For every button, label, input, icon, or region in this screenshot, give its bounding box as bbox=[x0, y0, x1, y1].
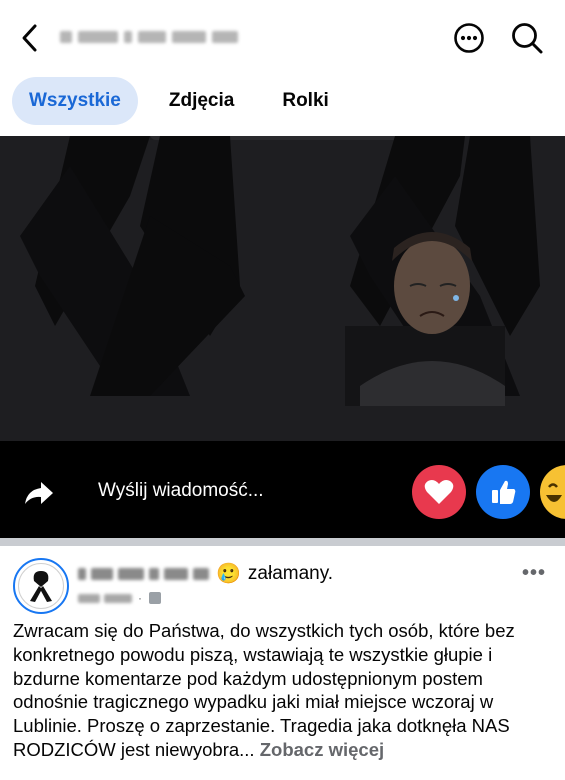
laughing-face-icon bbox=[546, 483, 562, 502]
tab-photos[interactable]: Zdjęcia bbox=[152, 77, 251, 125]
more-options-button[interactable] bbox=[453, 22, 485, 54]
share-arrow-icon bbox=[25, 482, 53, 504]
search-icon bbox=[512, 23, 543, 54]
tab-all[interactable]: Wszystkie bbox=[12, 77, 138, 125]
author-name-redacted[interactable] bbox=[78, 568, 209, 580]
mourning-ribbon-image bbox=[20, 136, 540, 406]
thumbs-up-icon bbox=[492, 480, 516, 504]
post-meta: · bbox=[78, 588, 162, 608]
like-reaction-button[interactable] bbox=[476, 465, 530, 519]
send-message-input[interactable]: Wyślij wiadomość... bbox=[98, 480, 264, 502]
black-ribbon-icon bbox=[30, 571, 52, 602]
post-options-button[interactable]: ••• bbox=[522, 562, 546, 585]
feeling-label: załamany. bbox=[247, 563, 334, 584]
privacy-icon bbox=[149, 592, 161, 604]
profile-name-redacted bbox=[60, 24, 238, 50]
post-body: Zwracam się do Państwa, do wszystkich ty… bbox=[13, 619, 558, 762]
sad-face-icon: 🥲 bbox=[216, 563, 241, 585]
filter-tabs: Wszystkie Zdjęcia Rolki bbox=[12, 76, 346, 126]
haha-reaction-button[interactable] bbox=[540, 465, 565, 519]
avatar-image bbox=[18, 563, 64, 609]
reel-video[interactable] bbox=[0, 136, 565, 446]
separator-dot: · bbox=[138, 591, 142, 605]
chevron-left-icon bbox=[22, 24, 37, 52]
back-button[interactable] bbox=[14, 22, 46, 54]
heart-icon bbox=[424, 480, 454, 504]
section-divider bbox=[0, 538, 565, 546]
share-button[interactable] bbox=[22, 476, 56, 510]
love-reaction-button[interactable] bbox=[412, 465, 466, 519]
post-card: 🥲 załamany. · ••• Zwracam się do Państwa… bbox=[0, 546, 565, 780]
avatar[interactable] bbox=[13, 558, 69, 614]
reel-card[interactable]: Wyślij wiadomość... bbox=[0, 136, 565, 538]
search-button[interactable] bbox=[510, 21, 544, 55]
post-timestamp-redacted[interactable] bbox=[78, 593, 132, 603]
more-horizontal-circle-icon bbox=[454, 23, 484, 53]
top-bar bbox=[0, 0, 565, 75]
see-more-link[interactable]: Zobacz więcej bbox=[260, 739, 384, 760]
post-author-line: 🥲 załamany. bbox=[78, 561, 333, 587]
tab-reels[interactable]: Rolki bbox=[265, 77, 345, 125]
